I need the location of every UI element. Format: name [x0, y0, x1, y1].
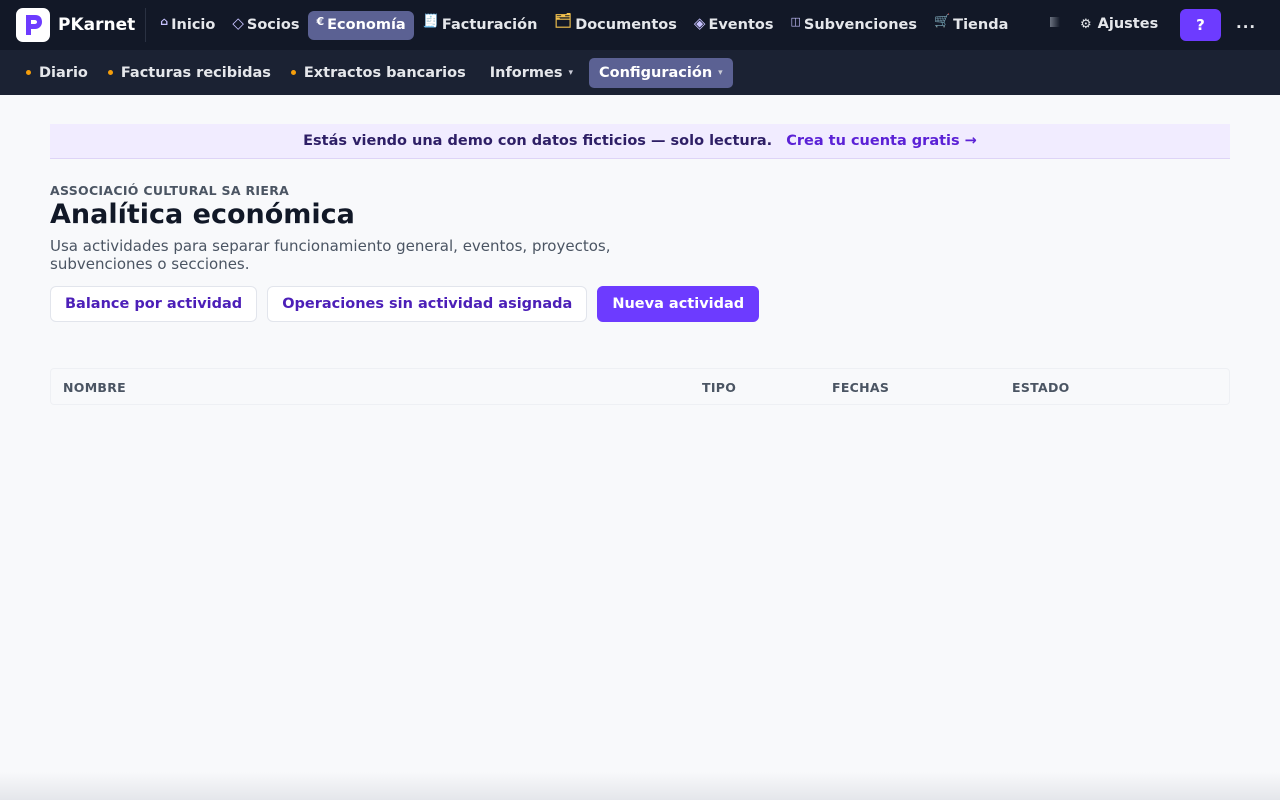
nav-tienda[interactable]: 🛒 Tienda [926, 11, 1016, 40]
nav-ajustes-label: Ajustes [1097, 16, 1159, 32]
demo-banner: Estás viendo una demo con datos ficticio… [50, 124, 1230, 159]
subnav-extractos-bancarios[interactable]: Extractos bancarios [287, 58, 474, 88]
subnav-diario-label: Diario [39, 64, 88, 81]
cart-icon: 🛒 [933, 13, 951, 29]
economy-subnav: Diario Facturas recibidas Extractos banc… [0, 50, 1280, 95]
demo-banner-message: Estás viendo una demo con datos ficticio… [303, 133, 773, 149]
activities-table: NOMBRE TIPO FECHAS ESTADO [50, 368, 1230, 405]
nav-facturacion[interactable]: 🧾 Facturación [415, 11, 546, 40]
nav-subvenciones-label: Subvenciones [803, 16, 917, 33]
nav-economia[interactable]: € Economía [308, 10, 414, 40]
create-account-link[interactable]: Crea tu cuenta gratis → [786, 133, 977, 149]
page-title: Analítica económica [50, 199, 355, 230]
euro-icon: € [316, 14, 325, 28]
unassigned-operations-button[interactable]: Operaciones sin actividad asignada [267, 286, 588, 322]
more-menu-button[interactable]: ... [1236, 14, 1256, 32]
diamond-icon: ◇ [232, 13, 244, 32]
app-name: PKarnet [58, 15, 136, 35]
subnav-diario[interactable]: Diario [22, 58, 96, 88]
nav-documentos-label: Documentos [575, 16, 677, 33]
subnav-informes[interactable]: Informes ▾ [482, 58, 581, 88]
subnav-configuracion[interactable]: Configuración ▾ [589, 57, 733, 88]
brand[interactable]: PKarnet [0, 8, 147, 42]
status-dot-icon [290, 70, 296, 75]
chevron-down-icon: ▾ [568, 67, 573, 78]
event-diamond-icon: ◈ [693, 13, 706, 32]
top-navigation: PKarnet ⌂ Inicio ◇ Socios € Economía 🧾 F… [0, 0, 1280, 50]
nav-documentos[interactable]: 🗂 Documentos [546, 11, 685, 40]
nav-eventos[interactable]: ◈ Eventos [686, 11, 782, 40]
page-actions: Balance por actividad Operaciones sin ac… [50, 286, 769, 322]
column-header-fechas[interactable]: FECHAS [832, 380, 889, 395]
status-dot-icon [26, 70, 31, 75]
nav-facturacion-label: Facturación [441, 16, 538, 33]
page-bottom-shadow [0, 772, 1280, 800]
subnav-facturas-recibidas[interactable]: Facturas recibidas [104, 58, 279, 88]
page-description: Usa actividades para separar funcionamie… [50, 237, 611, 273]
column-header-estado[interactable]: ESTADO [1012, 380, 1070, 395]
receipt-icon: 🧾 [422, 13, 439, 29]
organization-name: ASSOCIACIÓ CULTURAL SA RIERA [50, 183, 290, 198]
column-header-tipo[interactable]: TIPO [702, 380, 736, 395]
nav-eventos-label: Eventos [708, 16, 774, 33]
new-activity-button[interactable]: Nueva actividad [597, 286, 760, 322]
grants-icon: ◫ [790, 14, 801, 28]
nav-socios-label: Socios [246, 16, 300, 33]
subnav-facturas-label: Facturas recibidas [120, 64, 271, 81]
nav-inicio-label: Inicio [171, 16, 216, 33]
nav-subvenciones[interactable]: ◫ Subvenciones [783, 11, 925, 40]
subnav-configuracion-label: Configuración [599, 64, 713, 81]
chevron-down-icon: ▾ [718, 67, 723, 78]
nav-tienda-label: Tienda [953, 16, 1009, 33]
gear-icon: ⚙ [1080, 16, 1092, 32]
subnav-extractos-label: Extractos bancarios [303, 64, 466, 81]
folder-icon: 🗂 [554, 12, 573, 29]
column-header-nombre[interactable]: NOMBRE [63, 380, 126, 395]
status-dot-icon [107, 70, 113, 75]
balance-by-activity-button[interactable]: Balance por actividad [50, 286, 258, 322]
nav-ajustes[interactable]: ⚙ Ajustes [1080, 16, 1158, 32]
subnav-informes-label: Informes [489, 64, 563, 81]
pkarnet-logo [16, 8, 50, 42]
main-nav: ⌂ Inicio ◇ Socios € Economía 🧾 Facturaci… [152, 0, 1017, 50]
home-icon: ⌂ [160, 14, 169, 28]
nav-economia-label: Economía [327, 16, 406, 33]
overflow-fade-icon [1050, 17, 1060, 27]
help-button[interactable]: ? [1180, 9, 1221, 41]
nav-socios[interactable]: ◇ Socios [224, 11, 307, 40]
nav-inicio[interactable]: ⌂ Inicio [152, 11, 223, 40]
